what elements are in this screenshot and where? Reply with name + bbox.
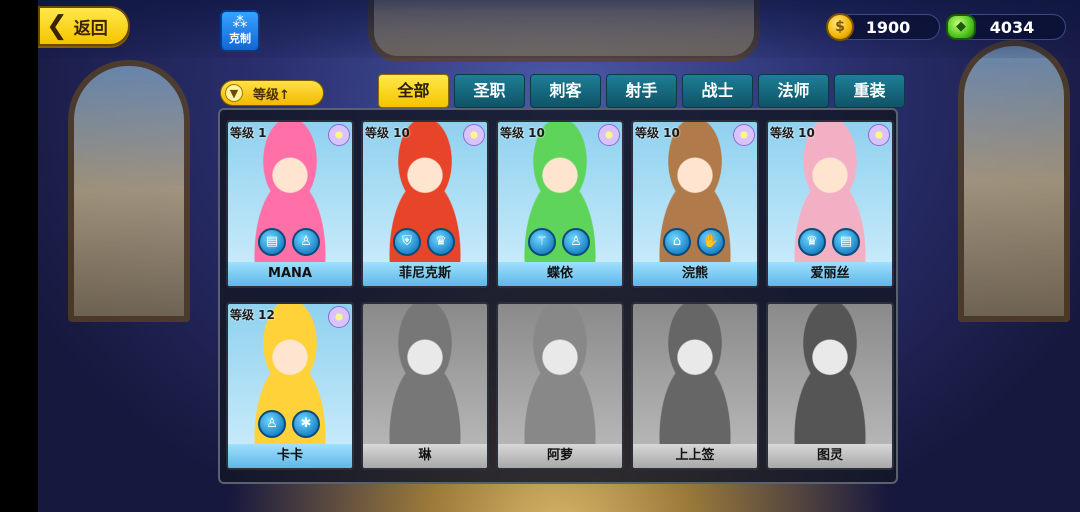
tab-5[interactable]: 法师 bbox=[758, 74, 829, 108]
hero-name: 菲尼克斯 bbox=[363, 262, 487, 286]
hero-name: 阿萝 bbox=[498, 444, 622, 468]
hero-skills: ▤ ♙ bbox=[258, 228, 320, 256]
hero-skills: ⌂ ✋ bbox=[663, 228, 725, 256]
hero-portrait bbox=[363, 304, 487, 444]
hero-name: MANA bbox=[228, 262, 352, 286]
hero-card[interactable]: 等级 12 ♙ ✱ 卡卡 bbox=[226, 302, 354, 470]
hero-card[interactable]: 琳 bbox=[361, 302, 489, 470]
hero-card[interactable]: 阿萝 bbox=[496, 302, 624, 470]
gold-amount: 1900 bbox=[865, 17, 911, 37]
tab-0[interactable]: 全部 bbox=[378, 74, 449, 108]
figure-icon: ♙ bbox=[562, 228, 590, 256]
stained-glass-window-left bbox=[68, 60, 190, 322]
book-icon: ▤ bbox=[258, 228, 286, 256]
crown-icon: ♛ bbox=[427, 228, 455, 256]
glove-icon: ✋ bbox=[697, 228, 725, 256]
hero-level: 等级 10 bbox=[500, 126, 545, 140]
gold-coin-icon: $ bbox=[826, 13, 854, 41]
hero-level: 等级 12 bbox=[230, 308, 275, 322]
hero-level: 等级 10 bbox=[365, 126, 410, 140]
hero-card[interactable]: 等级 10 ⌂ ✋ 浣熊 bbox=[631, 120, 759, 288]
hero-name: 浣熊 bbox=[633, 262, 757, 286]
flower-badge-icon bbox=[733, 124, 755, 146]
hero-name: 蝶依 bbox=[498, 262, 622, 286]
back-button[interactable]: ❮ 返回 bbox=[38, 6, 130, 46]
gem-amount: 4034 bbox=[989, 17, 1035, 37]
gem-icon: ◆ bbox=[946, 14, 976, 40]
hero-name: 卡卡 bbox=[228, 444, 352, 468]
flower-badge-icon bbox=[328, 124, 350, 146]
bug-icon: ✱ bbox=[292, 410, 320, 438]
hero-card[interactable]: 上上签 bbox=[631, 302, 759, 470]
hero-portrait bbox=[633, 304, 757, 444]
hero-skills: ⚚ ♙ bbox=[528, 228, 590, 256]
crown-icon: ♛ bbox=[798, 228, 826, 256]
hero-portrait bbox=[768, 304, 892, 444]
sort-dropdown[interactable]: ▼ 等级↑ bbox=[220, 80, 324, 106]
book-icon: ▤ bbox=[832, 228, 860, 256]
back-button-label: 返回 bbox=[73, 18, 108, 39]
stained-glass-window-right bbox=[958, 40, 1070, 322]
flower-badge-icon bbox=[463, 124, 485, 146]
figure-icon: ♙ bbox=[292, 228, 320, 256]
hero-name: 琳 bbox=[363, 444, 487, 468]
hero-card[interactable]: 等级 10 ⚚ ♙ 蝶依 bbox=[496, 120, 624, 288]
tab-3[interactable]: 射手 bbox=[606, 74, 677, 108]
figure-icon: ♙ bbox=[258, 410, 286, 438]
flower-badge-icon bbox=[328, 306, 350, 328]
chevron-down-icon: ▼ bbox=[225, 84, 243, 102]
tab-2[interactable]: 刺客 bbox=[530, 74, 601, 108]
sort-label: 等级↑ bbox=[253, 87, 290, 103]
counter-icon: ⁂ bbox=[232, 13, 248, 31]
flower-badge-icon bbox=[868, 124, 890, 146]
hero-name: 上上签 bbox=[633, 444, 757, 468]
shield-icon: ⛨ bbox=[393, 228, 421, 256]
hero-portrait bbox=[498, 304, 622, 444]
tab-6[interactable]: 重装 bbox=[834, 74, 905, 108]
flower-badge-icon bbox=[598, 124, 620, 146]
hero-name: 爱丽丝 bbox=[768, 262, 892, 286]
hero-card[interactable]: 等级 1 ▤ ♙ MANA bbox=[226, 120, 354, 288]
wand-icon: ⚚ bbox=[528, 228, 556, 256]
hero-level: 等级 10 bbox=[635, 126, 680, 140]
tab-1[interactable]: 圣职 bbox=[454, 74, 525, 108]
counter-button[interactable]: ⁂ 克制 bbox=[220, 10, 260, 52]
hero-level: 等级 1 bbox=[230, 126, 267, 140]
hero-skills: ♛ ▤ bbox=[798, 228, 860, 256]
hat-icon: ⌂ bbox=[663, 228, 691, 256]
hero-level: 等级 10 bbox=[770, 126, 815, 140]
hero-name: 图灵 bbox=[768, 444, 892, 468]
counter-button-label: 克制 bbox=[229, 32, 251, 45]
hero-card[interactable]: 等级 10 ♛ ▤ 爱丽丝 bbox=[766, 120, 894, 288]
hero-skills: ♙ ✱ bbox=[258, 410, 320, 438]
hero-card[interactable]: 等级 10 ⛨ ♛ 菲尼克斯 bbox=[361, 120, 489, 288]
class-tabs: 全部 圣职 刺客 射手 战士 法师 重装 bbox=[378, 74, 905, 108]
back-arrow-icon: ❮ bbox=[46, 11, 68, 41]
hero-skills: ⛨ ♛ bbox=[393, 228, 455, 256]
tab-4[interactable]: 战士 bbox=[682, 74, 753, 108]
hero-card[interactable]: 图灵 bbox=[766, 302, 894, 470]
